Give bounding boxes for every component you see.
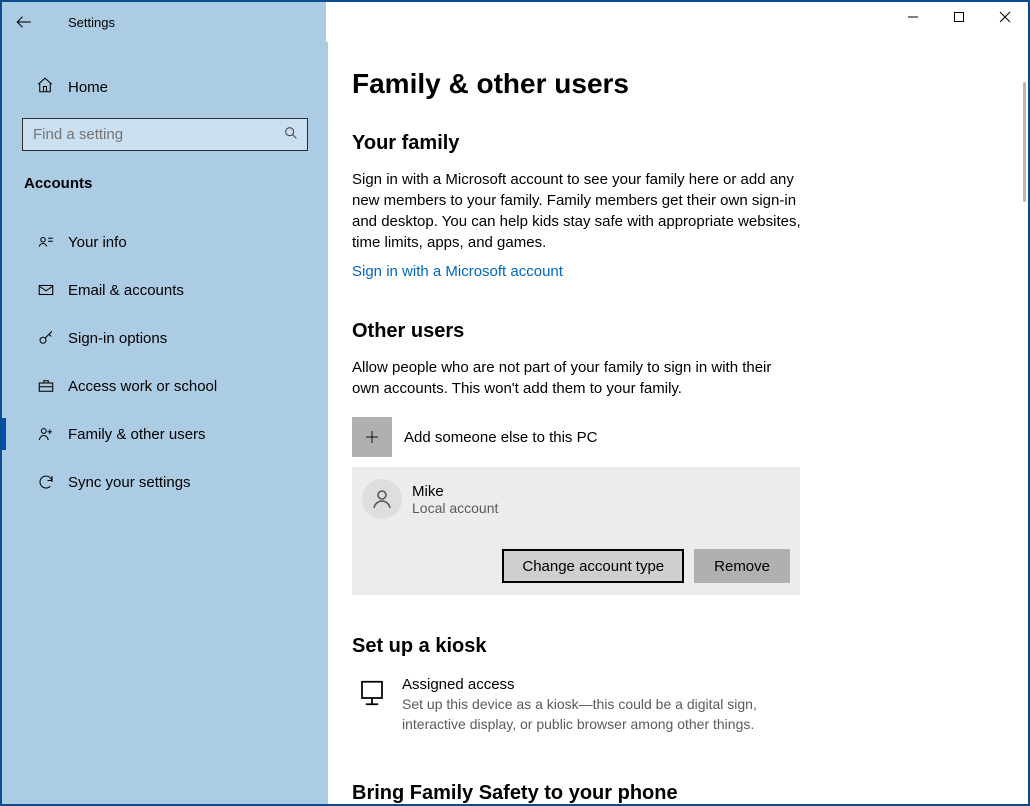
sidebar-item-family-other-users[interactable]: Family & other users bbox=[2, 410, 328, 458]
kiosk-assigned-access[interactable]: Assigned access Set up this device as a … bbox=[352, 676, 998, 734]
key-icon bbox=[36, 329, 56, 347]
back-button[interactable] bbox=[2, 2, 46, 42]
main-content[interactable]: Family & other users Your family Sign in… bbox=[328, 42, 1028, 804]
signin-microsoft-link[interactable]: Sign in with a Microsoft account bbox=[352, 263, 563, 280]
sidebar-item-signin-options[interactable]: Sign-in options bbox=[2, 314, 328, 362]
person-card-icon bbox=[36, 233, 56, 251]
sidebar-nav: Your info Email & accounts bbox=[2, 218, 328, 506]
section-heading-other-users: Other users bbox=[352, 320, 998, 343]
change-account-type-button[interactable]: Change account type bbox=[502, 549, 684, 583]
search-input[interactable] bbox=[22, 118, 308, 151]
titlebar: Settings bbox=[2, 2, 1028, 42]
briefcase-icon bbox=[36, 377, 56, 395]
user-type: Local account bbox=[412, 500, 498, 516]
search-icon bbox=[283, 125, 299, 145]
add-user-label: Add someone else to this PC bbox=[404, 429, 597, 446]
user-name: Mike bbox=[412, 483, 498, 500]
sidebar-item-label: Your info bbox=[68, 234, 127, 251]
people-plus-icon bbox=[36, 425, 56, 443]
search-field[interactable] bbox=[31, 125, 283, 144]
remove-user-button[interactable]: Remove bbox=[694, 549, 790, 583]
sidebar-group-label: Accounts bbox=[2, 165, 328, 204]
body: Home Accounts bbox=[2, 42, 1028, 804]
user-card[interactable]: Mike Local account Change account type R… bbox=[352, 467, 800, 595]
sidebar-item-label: Email & accounts bbox=[68, 282, 184, 299]
home-label: Home bbox=[68, 79, 108, 96]
monitor-icon bbox=[352, 676, 392, 708]
page-title: Family & other users bbox=[352, 68, 998, 100]
sidebar-item-label: Family & other users bbox=[68, 426, 206, 443]
section-heading-kiosk: Set up a kiosk bbox=[352, 635, 998, 658]
sidebar-item-label: Sign-in options bbox=[68, 330, 167, 347]
sidebar-item-your-info[interactable]: Your info bbox=[2, 218, 328, 266]
sidebar-item-label: Access work or school bbox=[68, 378, 217, 395]
window-title: Settings bbox=[46, 15, 115, 30]
sidebar: Home Accounts bbox=[2, 42, 328, 804]
settings-window: Settings Home bbox=[0, 0, 1030, 806]
window-controls bbox=[890, 2, 1028, 32]
sidebar-item-sync-settings[interactable]: Sync your settings bbox=[2, 458, 328, 506]
sidebar-item-label: Sync your settings bbox=[68, 474, 191, 491]
home-icon bbox=[36, 76, 54, 98]
add-user-button[interactable]: Add someone else to this PC bbox=[352, 417, 998, 457]
sync-icon bbox=[36, 473, 56, 491]
scrollbar-thumb[interactable] bbox=[1023, 82, 1026, 202]
family-description: Sign in with a Microsoft account to see … bbox=[352, 169, 802, 253]
envelope-icon bbox=[36, 281, 56, 299]
section-heading-family: Your family bbox=[352, 132, 998, 155]
user-header: Mike Local account bbox=[362, 479, 790, 519]
maximize-button[interactable] bbox=[936, 2, 982, 32]
home-button[interactable]: Home bbox=[2, 66, 328, 108]
section-heading-family-safety: Bring Family Safety to your phone bbox=[352, 782, 998, 804]
plus-icon bbox=[352, 417, 392, 457]
kiosk-title: Assigned access bbox=[402, 676, 802, 693]
minimize-button[interactable] bbox=[890, 2, 936, 32]
other-users-description: Allow people who are not part of your fa… bbox=[352, 357, 802, 399]
close-button[interactable] bbox=[982, 2, 1028, 32]
avatar bbox=[362, 479, 402, 519]
kiosk-description: Set up this device as a kiosk—this could… bbox=[402, 695, 802, 734]
sidebar-item-email-accounts[interactable]: Email & accounts bbox=[2, 266, 328, 314]
sidebar-item-access-work-school[interactable]: Access work or school bbox=[2, 362, 328, 410]
